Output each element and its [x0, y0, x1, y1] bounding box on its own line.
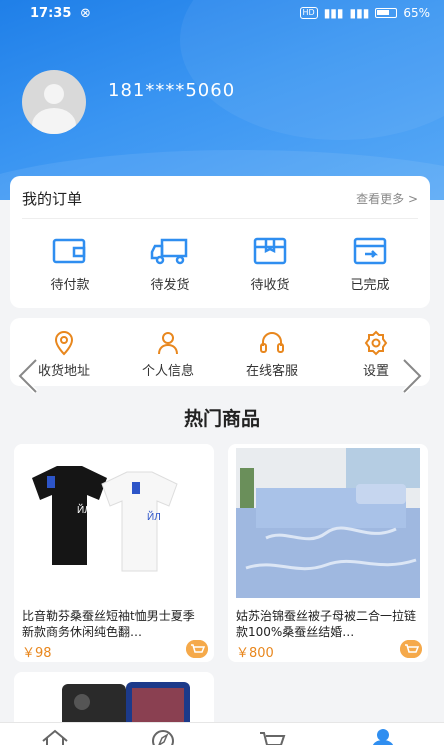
divider — [22, 218, 418, 219]
product-price: ￥98 — [22, 646, 52, 661]
service-profile[interactable]: 个人信息 — [128, 330, 208, 379]
person-icon — [158, 332, 178, 355]
service-label: 在线客服 — [245, 364, 298, 379]
order-pending-payment[interactable]: 待付款 — [30, 236, 110, 293]
service-label: 个人信息 — [141, 364, 194, 379]
order-completed[interactable]: 已完成 — [330, 236, 410, 293]
truck-icon — [150, 238, 188, 265]
order-pending-receipt[interactable]: 待收货 — [230, 236, 310, 293]
product-card[interactable]: ЙЛ ЙЛ 比音勒芬桑蚕丝短袖t恤男士夏季新款商务休闲纯色翻… ￥98 — [14, 444, 214, 662]
status-time: 17:35 — [30, 6, 72, 21]
profile-tab-icon[interactable] — [368, 727, 398, 745]
gear-icon — [364, 330, 388, 356]
completed-box-icon — [353, 237, 387, 265]
wallet-icon — [52, 238, 86, 264]
service-support[interactable]: 在线客服 — [232, 330, 312, 379]
home-icon[interactable] — [40, 727, 70, 745]
bottom-tab-bar — [0, 722, 444, 745]
svg-text:ЙЛ: ЙЛ — [77, 503, 91, 516]
avatar[interactable] — [22, 70, 86, 134]
orders-title: 我的订单 — [22, 190, 83, 208]
order-label: 待付款 — [50, 278, 90, 293]
view-more-link[interactable]: 查看更多 > — [356, 190, 418, 207]
svg-text:ЙЛ: ЙЛ — [147, 510, 161, 523]
scroll-left-arrow-icon[interactable] — [14, 356, 44, 396]
product-price: ￥800 — [236, 646, 274, 661]
signal-icon: ▮▮▮ — [349, 6, 370, 20]
product-image-tshirts: ЙЛ ЙЛ — [22, 448, 206, 598]
add-to-cart-icon[interactable] — [186, 640, 208, 658]
discover-icon[interactable] — [148, 727, 178, 745]
notification-icon: ⊗ — [80, 6, 91, 21]
orders-card: 我的订单 查看更多 > 待付款 待发货 待收货 已完成 — [10, 176, 430, 308]
add-to-cart-icon[interactable] — [400, 640, 422, 658]
signal-icon: ▮▮▮ — [323, 6, 344, 20]
order-label: 已完成 — [350, 278, 390, 293]
product-name: 姑苏治锦蚕丝被子母被二合一拉链款100%桑蚕丝结婚… — [236, 609, 417, 639]
order-label: 待发货 — [150, 278, 190, 293]
cart-icon[interactable] — [258, 727, 288, 745]
order-label: 待收货 — [250, 278, 290, 293]
avatar-body — [32, 108, 76, 134]
location-icon — [54, 330, 74, 356]
headset-icon — [260, 332, 284, 353]
hd-icon: HD — [299, 7, 318, 19]
user-phone: 181****5060 — [108, 80, 236, 101]
hot-products-title: 热门商品 — [183, 408, 260, 430]
status-bar: 17:35 ⊗ HD ▮▮▮ ▮▮▮ 65% — [0, 0, 444, 28]
battery-icon — [375, 8, 398, 18]
product-name: 比音勒芬桑蚕丝短袖t恤男士夏季新款商务休闲纯色翻… — [22, 609, 195, 639]
order-pending-shipment[interactable]: 待发货 — [130, 236, 210, 293]
services-card: 收货地址 个人信息 在线客服 设置 — [10, 318, 430, 386]
product-card[interactable]: 姑苏治锦蚕丝被子母被二合一拉链款100%桑蚕丝结婚… ￥800 — [228, 444, 428, 662]
scroll-right-arrow-icon[interactable] — [396, 356, 426, 396]
avatar-head — [44, 84, 64, 104]
box-icon — [253, 237, 287, 265]
battery-percent: 65% — [403, 6, 430, 20]
profile-header: 17:35 ⊗ HD ▮▮▮ ▮▮▮ 65% 181****5060 — [0, 0, 444, 200]
product-image-bedding — [236, 448, 420, 598]
